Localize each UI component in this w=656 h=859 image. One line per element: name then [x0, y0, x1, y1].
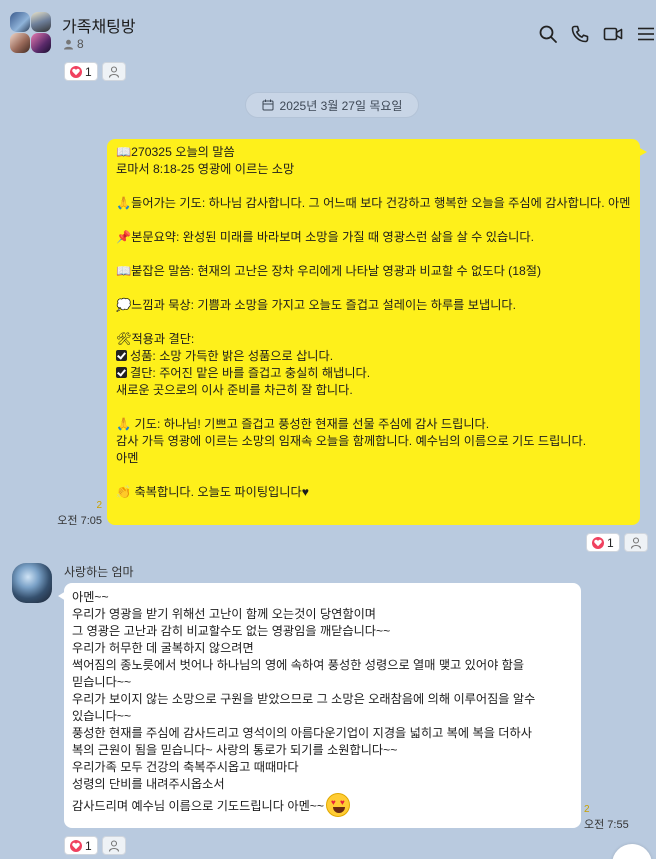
unread-count: 2: [584, 804, 590, 815]
heart-count: 1: [85, 838, 92, 853]
unread-count: 2: [96, 500, 102, 511]
message-line: 복의 근원이 됨을 믿습니다~ 사랑의 통로가 되기를 소원합니다~~: [72, 743, 398, 757]
member-avatar: [31, 12, 51, 32]
check-icon: [116, 367, 127, 378]
message-line: 우리가 허무한 데 굴복하지 않으려면: [72, 641, 254, 655]
message-line: 새로운 곳으로의 이사 준비를 차근히 잘 합니다.: [116, 383, 353, 397]
person-icon: [108, 839, 119, 852]
person-icon: [630, 536, 641, 549]
message-line: 🛠적용과 결단:: [116, 332, 195, 346]
message-line: 아멘~~: [72, 590, 109, 604]
date-text: 2025년 3월 27일 목요일: [279, 98, 403, 113]
member-avatar: [31, 33, 51, 53]
heart-reaction[interactable]: 1: [586, 533, 620, 552]
message-time: 오전 7:55: [584, 819, 629, 831]
reaction-row: 1: [64, 62, 126, 81]
search-icon[interactable]: [538, 24, 558, 44]
phone-icon[interactable]: [570, 24, 590, 44]
heart-reaction[interactable]: 1: [64, 62, 98, 81]
message-line: 풍성한 현재를 주심에 감사드리고 영석이의 아름다운기업이 지경을 넓히고 복…: [72, 726, 532, 740]
heart-eyes-emoji-icon: ♥ ♥: [326, 793, 351, 817]
heart-count: 1: [85, 64, 92, 79]
person-icon: [64, 39, 73, 49]
message-meta: 2 오전 7:05: [52, 500, 102, 528]
chat-title: 가족채팅방: [62, 19, 136, 36]
calendar-icon: [262, 99, 274, 111]
message-line: 썩어짐의 종노릇에서 벗어나 하나님의 영에 속하여 풍성한 성령으로 열매 맺…: [72, 658, 525, 672]
check-icon: [116, 350, 127, 361]
person-icon: [108, 65, 119, 78]
message-time: 오전 7:05: [57, 515, 102, 527]
reaction-users-button[interactable]: [101, 836, 126, 855]
reaction-row: 1: [64, 836, 126, 855]
message-line: 아멘: [116, 451, 139, 465]
sender-name: 사랑하는 엄마: [64, 565, 134, 579]
message-line: 우리가족 모두 건강의 축복주시옵고 때때마다: [72, 760, 299, 774]
message-line: 그 영광은 고난과 감히 비교할수도 없는 영광임을 깨닫습니다~~: [72, 624, 391, 638]
message-line: 📖270325 오늘의 말씀: [116, 145, 235, 159]
message-line: 📌본문요약: 완성된 미래를 바라보며 소망을 가질 때 영광스런 삶을 살 수…: [116, 230, 534, 244]
reaction-row: 1: [586, 533, 648, 552]
message-meta: 2 오전 7:55: [584, 804, 634, 832]
my-message-bubble[interactable]: 📖270325 오늘의 말씀 로마서 8:18-25 영광에 이르는 소망 🙏들…: [107, 139, 647, 525]
member-avatar: [10, 33, 30, 53]
member-count-value: 8: [77, 37, 84, 51]
heart-icon: [70, 65, 82, 78]
message-last-line: 감사드리며 예수님 이름으로 기도드립니다 아멘~~ ♥ ♥: [72, 793, 573, 819]
heart-count: 1: [607, 535, 614, 550]
reaction-users-button[interactable]: [101, 62, 126, 81]
message-line: 있습니다~~: [72, 709, 132, 723]
checklist-line: 결단: 주어진 맡은 바를 즐겁고 충실히 해냅니다.: [116, 365, 631, 382]
message-line: 🙏 기도: 하나님! 기쁘고 즐겁고 풍성한 현재를 선물 주심에 감사 드립니…: [116, 417, 490, 431]
heart-icon: [592, 536, 604, 549]
sender-avatar[interactable]: [12, 563, 52, 603]
heart-icon: [70, 839, 82, 852]
message-line: 감사 가득 영광에 이르는 소망의 임재속 오늘을 함께합니다. 예수님의 이름…: [116, 434, 587, 448]
group-avatar[interactable]: [10, 10, 52, 53]
message-line: 🙏들어가는 기도: 하나님 감사합니다. 그 어느때 보다 건강하고 행복한 오…: [116, 196, 631, 210]
video-icon[interactable]: [603, 24, 623, 44]
message-line: 우리가 영광을 받기 위해선 고난이 함께 오는것이 당연함이며: [72, 607, 377, 621]
message-line: 💭느낌과 묵상: 기쁨과 소망을 가지고 오늘도 즐겁고 설레이는 하루를 보냅…: [116, 298, 517, 312]
chat-header: 가족채팅방 8: [0, 0, 656, 58]
member-avatar: [10, 12, 30, 32]
message-line: 믿습니다~~: [72, 675, 132, 689]
message-line: 📖붙잡은 말씀: 현재의 고난은 장차 우리에게 나타날 영광과 비교할 수 없…: [116, 264, 542, 278]
message-line: 👏 축복합니다. 오늘도 파이팅입니다♥: [116, 485, 309, 499]
reaction-users-button[interactable]: [623, 533, 648, 552]
message-line: 성령의 단비를 내려주시옵소서: [72, 777, 225, 791]
message-line: 우리가 보이지 않는 소망으로 구원을 받았으므로 그 소망은 오래참음에 의해…: [72, 692, 536, 706]
checklist-line: 성품: 소망 가득한 밝은 성품으로 삽니다.: [116, 348, 631, 365]
menu-icon[interactable]: [636, 24, 656, 44]
member-count[interactable]: 8: [63, 37, 84, 51]
message-line: 로마서 8:18-25 영광에 이르는 소망: [116, 162, 295, 176]
scroll-down-button[interactable]: [612, 844, 652, 859]
received-message-bubble[interactable]: 아멘~~ 우리가 영광을 받기 위해선 고난이 함께 오는것이 당연함이며 그 …: [58, 583, 581, 828]
date-divider: 2025년 3월 27일 목요일: [245, 92, 419, 118]
heart-reaction[interactable]: 1: [64, 836, 98, 855]
